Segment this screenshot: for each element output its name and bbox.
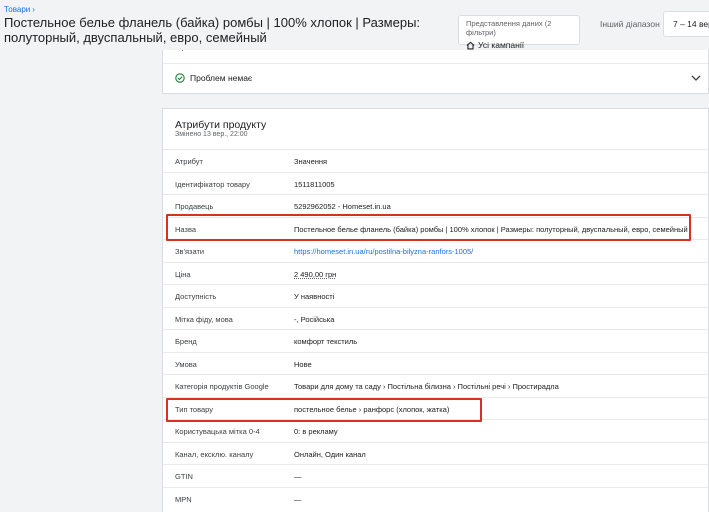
attribute-value: — [294,472,302,481]
attribute-row-feed-label: Мітка фіду, мова -, Російська [163,306,709,330]
data-view-label: Представлення даних (2 фільтри) [466,19,552,37]
attribute-value: Нове [294,359,312,369]
chevron-down-icon[interactable] [690,73,702,83]
issues-status-text: Проблем немає [190,73,253,83]
attributes-modified: Змінено 13 вер., 22:00 [175,131,248,138]
attribute-row-seller: Продавець 5292962052 - Homeset.in.ua [163,194,709,217]
attribute-row-custom-label: Користувацька мітка 0-4 0: в рекламу [163,419,709,442]
attribute-value: У наявності [294,292,335,301]
product-link[interactable]: https://homeset.in.ua/ru/postilna-bilyzn… [294,247,473,256]
breadcrumb-link-products[interactable]: Товари [4,5,30,14]
attribute-row-gtin: GTIN — [163,464,709,487]
issues-status: Проблем немає [175,73,252,83]
attribute-key: Продавець [175,202,214,211]
attributes-title: Атрибути продукту [175,119,267,131]
attribute-key: Назва [175,224,197,234]
attribute-row-product-type: Тип товару постельное белье › ранфорс (х… [163,396,709,420]
attribute-row-availability: Доступність У наявності [163,284,709,307]
attribute-row-title: Назва Постельное белье фланель (байка) р… [163,216,709,240]
attribute-value: постельное белье › ранфорс (хлопок, жатк… [294,404,450,414]
attribute-key: Ціна [175,269,191,279]
attribute-row-channel: Канал, ексклю. каналу Онлайн, Один канал [163,441,709,465]
attribute-row-product-id: Ідентифікатор товару 1511811005 [163,171,709,195]
attribute-column-header: Атрибут [175,157,203,166]
attribute-key: Канал, ексклю. каналу [175,449,254,459]
attribute-key: Тип товару [175,404,214,414]
attribute-value: 1511811005 [294,179,335,189]
attribute-value: Онлайн, Один канал [294,449,366,459]
attribute-key: Користувацька мітка 0-4 [175,427,260,436]
price-value[interactable]: 2 490,00 грн [294,270,336,279]
attribute-value: Постельное белье фланель (байка) ромбы |… [294,224,688,234]
breadcrumb[interactable]: Товари › [4,5,35,14]
issues-divider [163,63,708,64]
attribute-value: — [294,494,302,504]
home-icon [466,41,475,49]
attribute-row-condition: Умова Нове [163,351,709,375]
date-range-button[interactable]: 7 – 14 вер. 2 [663,11,709,37]
chevron-right-icon: › [32,5,35,14]
data-view-value-text: Усі кампанії [478,40,525,50]
attribute-row-price: Ціна 2 490,00 грн [163,261,709,285]
attribute-row-link: Зв'язати https://homeset.in.ua/ru/postil… [163,239,709,262]
attribute-key: Доступність [175,292,217,301]
attribute-key: Умова [175,359,197,369]
product-attributes-card: Атрибути продукту Змінено 13 вер., 22:00… [162,108,709,512]
page-header: Товари › Постельное белье фланель (байка)… [0,0,709,50]
attribute-value: 5292962052 - Homeset.in.ua [294,202,391,211]
data-view-selector[interactable]: Представлення даних (2 фільтри) Усі камп… [458,15,580,50]
attribute-row-google-category: Категорія продуктів Google Товари для до… [163,374,709,397]
issues-card: Проблеми Проблем немає [162,44,709,94]
attribute-key: Категорія продуктів Google [175,382,269,391]
attribute-key: Зв'язати [175,247,205,256]
attribute-value: комфорт текстиль [294,337,358,346]
attribute-key: MPN [175,494,192,504]
data-view-value: Усі кампанії [466,40,572,50]
check-circle-icon [175,73,185,83]
attributes-header-row: Атрибут Значення [163,149,709,172]
other-range-label: Інший діапазон [600,19,660,29]
attribute-key: Мітка фіду, мова [175,314,233,324]
attribute-row-mpn: MPN — [163,486,709,510]
attribute-value: 0: в рекламу [294,427,338,436]
attribute-value: -, Російська [294,314,335,324]
attribute-key: GTIN [175,472,193,481]
attribute-key: Бренд [175,337,197,346]
value-column-header: Значення [294,157,328,166]
page-title: Постельное белье фланель (байка) ромбы |… [4,15,421,45]
attribute-key: Ідентифікатор товару [175,179,250,189]
attribute-row-brand: Бренд комфорт текстиль [163,329,709,352]
attribute-value: Товари для дому та саду › Постільна біли… [294,382,559,391]
